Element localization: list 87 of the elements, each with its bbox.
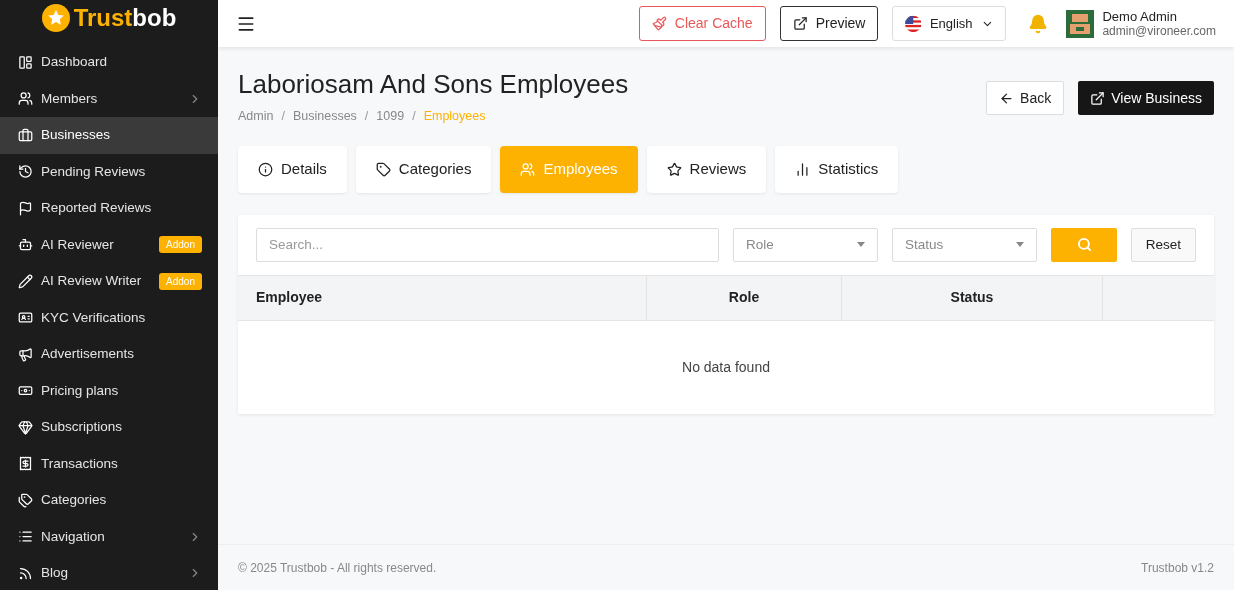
sidebar-label: Pending Reviews (41, 162, 147, 181)
column-header: Status (842, 275, 1103, 320)
tab[interactable]: Details (238, 145, 347, 193)
avatar[interactable] (1066, 9, 1095, 38)
sidebar-label: AI Review Writer (41, 272, 143, 291)
caret-icon (857, 242, 865, 248)
external-link-icon (792, 16, 808, 31)
version-text: Trustbob v1.2 (1141, 559, 1214, 577)
caret-icon (1016, 242, 1024, 248)
sidebar-item[interactable]: KYC Verifications (0, 299, 218, 336)
users-icon (520, 161, 536, 177)
breadcrumb-separator: / (364, 108, 369, 125)
clear-cache-button[interactable]: Clear Cache (638, 6, 766, 41)
sidebar-item[interactable]: Dashboard (0, 44, 218, 81)
sidebar-item[interactable]: Transactions (0, 445, 218, 482)
sidebar-item[interactable]: Reported Reviews (0, 190, 218, 227)
sidebar-label: Businesses (41, 126, 112, 145)
external-link-icon (1090, 90, 1106, 106)
sidebar-item[interactable]: Businesses (0, 117, 218, 154)
role-select[interactable]: Role (733, 227, 878, 262)
flag-icon (18, 200, 33, 216)
view-business-button[interactable]: View Business (1078, 81, 1214, 115)
back-button[interactable]: Back (986, 81, 1065, 115)
brush-icon (651, 16, 667, 31)
robot-icon (18, 237, 33, 253)
star-icon (666, 161, 682, 177)
sidebar-item[interactable]: Members (0, 80, 218, 117)
sidebar-item[interactable]: Navigation (0, 518, 218, 555)
sidebar-label: Members (41, 89, 99, 108)
sidebar-item[interactable]: Pending Reviews (0, 153, 218, 190)
language-dropdown[interactable]: English (892, 6, 1007, 41)
sidebar-item[interactable]: Blog (0, 555, 218, 590)
addon-badge: Addon (159, 236, 202, 254)
search-icon (1076, 237, 1092, 253)
sidebar-label: Advertisements (41, 345, 136, 364)
tag-icon (375, 161, 391, 177)
dashboard-icon (18, 54, 33, 70)
gem-icon (18, 419, 33, 435)
sidebar-item[interactable]: AI Reviewer Addon (0, 226, 218, 263)
megaphone-icon (18, 346, 33, 362)
receipt-icon (18, 456, 33, 472)
sidebar-label: Reported Reviews (41, 199, 153, 218)
breadcrumb-link[interactable]: Admin (238, 107, 274, 126)
info-icon (258, 161, 273, 177)
breadcrumb-separator: / (281, 108, 285, 125)
preview-button[interactable]: Preview (779, 6, 879, 41)
sidebar-item[interactable]: Categories (0, 482, 218, 519)
sidebar-label: Transactions (41, 454, 119, 473)
sidebar-label: KYC Verifications (41, 308, 147, 327)
search-field[interactable]: Search... (256, 227, 719, 262)
sidebar-label: Dashboard (41, 53, 109, 72)
tags-icon (18, 492, 33, 508)
sidebar-label: Subscriptions (41, 418, 124, 437)
sidebar-label: Pricing plans (41, 381, 120, 400)
us-flag-icon (905, 14, 922, 33)
sidebar-label: Navigation (41, 527, 106, 546)
column-header: Role (647, 275, 842, 320)
history-icon (18, 164, 33, 180)
status-select[interactable]: Status (892, 227, 1037, 262)
id-card-icon (18, 310, 33, 326)
bar-chart-icon (795, 161, 811, 177)
copyright-text: © 2025 Trustbob - All rights reserved. (238, 559, 437, 577)
tab[interactable]: Categories (355, 145, 492, 193)
empty-message: No data found (682, 357, 770, 377)
sidebar-item[interactable]: AI Review Writer Addon (0, 263, 218, 300)
sidebar-item[interactable]: Advertisements (0, 336, 218, 373)
user-email: admin@vironeer.com (1102, 23, 1216, 38)
brand-logo[interactable]: Trustbob (73, 0, 177, 36)
breadcrumb-separator: / (412, 108, 416, 125)
addon-badge: Addon (159, 272, 202, 290)
star-logo-icon (41, 4, 70, 32)
sidebar-label: Blog (41, 564, 70, 583)
users-icon (18, 91, 33, 107)
user-name: Demo Admin (1102, 9, 1178, 24)
page-title: Laboriosam And Sons Employees (238, 68, 630, 101)
column-header: Employee (238, 275, 647, 320)
tab[interactable]: Statistics (775, 145, 899, 193)
rss-icon (18, 565, 33, 581)
pencil-icon (18, 273, 33, 289)
tab[interactable]: Reviews (646, 145, 767, 193)
list-icon (18, 529, 33, 545)
sidebar-item[interactable]: Subscriptions (0, 409, 218, 446)
reset-button[interactable]: Reset (1131, 227, 1196, 262)
sidebar-label: Categories (41, 491, 108, 510)
sidebar-item[interactable]: Pricing plans (0, 372, 218, 409)
sidebar-label: AI Reviewer (41, 235, 115, 254)
briefcase-icon (18, 127, 33, 143)
